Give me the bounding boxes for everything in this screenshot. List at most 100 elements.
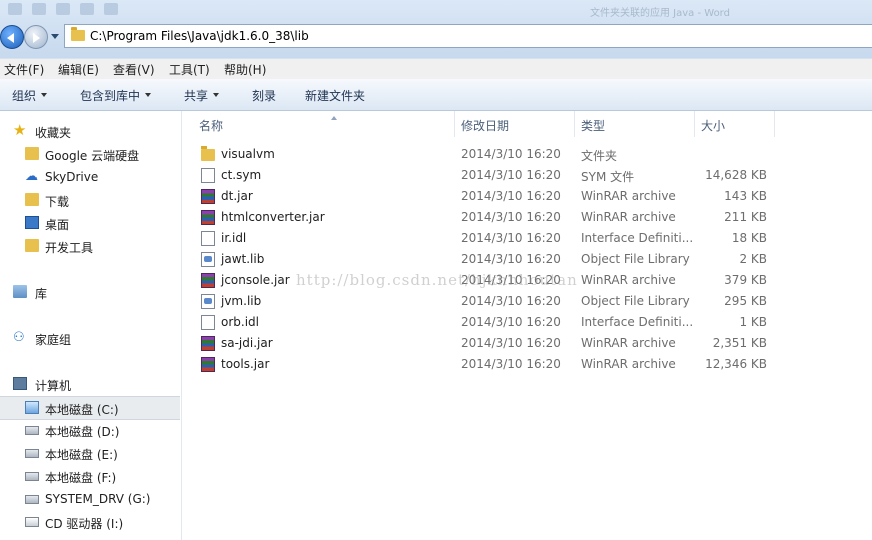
file-size: 12,346 KB xyxy=(705,357,767,371)
column-header-date[interactable]: 修改日期 xyxy=(454,111,575,137)
hard-drive-icon xyxy=(25,472,39,481)
quick-access-redo-icon[interactable] xyxy=(80,3,94,15)
quick-access-undo-icon[interactable] xyxy=(56,3,70,15)
file-type: WinRAR archive xyxy=(581,273,676,287)
nav-drive-e[interactable]: 本地磁盘 (E:) xyxy=(0,442,180,464)
menu-file[interactable]: 文件(F) xyxy=(4,61,44,78)
file-row[interactable]: jvm.lib 2014/3/10 16:20 Object File Libr… xyxy=(182,291,872,312)
rar-icon xyxy=(201,273,215,288)
file-type: WinRAR archive xyxy=(581,210,676,224)
include-in-library-button[interactable]: 包含到库中 xyxy=(80,87,152,104)
file-name: jvm.lib xyxy=(221,294,262,308)
nav-drive-c[interactable]: 本地磁盘 (C:) xyxy=(0,396,180,420)
nav-favorites[interactable]: ★ 收藏夹 xyxy=(0,120,180,142)
window-top-bar: 文件夹关联的应用 Java - Word C:\Program Files\Ja… xyxy=(0,0,872,58)
rar-icon xyxy=(201,357,215,372)
share-button[interactable]: 共享 xyxy=(184,87,220,104)
downloads-folder-icon xyxy=(25,193,39,206)
nav-item-downloads[interactable]: 下载 xyxy=(0,189,180,211)
file-name: visualvm xyxy=(221,147,275,161)
file-size: 18 KB xyxy=(731,231,767,245)
address-path[interactable]: C:\Program Files\Java\jdk1.6.0_38\lib xyxy=(90,29,309,43)
organize-button[interactable]: 组织 xyxy=(12,87,48,104)
nav-label: 桌面 xyxy=(45,218,70,232)
file-date: 2014/3/10 16:20 xyxy=(461,147,561,161)
new-folder-button[interactable]: 新建文件夹 xyxy=(305,87,365,104)
recent-pages-dropdown[interactable] xyxy=(51,34,59,43)
file-row[interactable]: tools.jar 2014/3/10 16:20 WinRAR archive… xyxy=(182,354,872,375)
file-type: SYM 文件 xyxy=(581,170,635,184)
hard-drive-icon xyxy=(25,449,39,458)
nav-label: 计算机 xyxy=(35,379,72,393)
nav-label: 下载 xyxy=(45,195,70,209)
nav-drive-f[interactable]: 本地磁盘 (F:) xyxy=(0,465,180,487)
nav-drive-i[interactable]: CD 驱动器 (I:) xyxy=(0,511,180,533)
file-row[interactable]: sa-jdi.jar 2014/3/10 16:20 WinRAR archiv… xyxy=(182,333,872,354)
file-row[interactable]: ir.idl 2014/3/10 16:20 Interface Definit… xyxy=(182,228,872,249)
column-header-size[interactable]: 大小 xyxy=(694,111,775,137)
file-row[interactable]: dt.jar 2014/3/10 16:20 WinRAR archive 14… xyxy=(182,186,872,207)
system-drive-icon xyxy=(25,401,39,414)
file-row[interactable]: orb.idl 2014/3/10 16:20 Interface Defini… xyxy=(182,312,872,333)
file-row[interactable]: visualvm 2014/3/10 16:20 文件夹 xyxy=(182,144,872,165)
menu-view[interactable]: 查看(V) xyxy=(113,61,155,78)
nav-libraries[interactable]: 库 xyxy=(0,281,180,303)
quick-access-menu-icon[interactable] xyxy=(104,3,118,15)
nav-item-dev-tools[interactable]: 开发工具 xyxy=(0,235,180,257)
column-label: 名称 xyxy=(199,119,224,133)
nav-item-google-drive[interactable]: Google 云端硬盘 xyxy=(0,143,180,165)
menu-help[interactable]: 帮助(H) xyxy=(224,61,266,78)
file-name: jconsole.jar xyxy=(221,273,290,287)
library-file-icon xyxy=(201,252,215,267)
menu-edit[interactable]: 编辑(E) xyxy=(58,61,99,78)
share-label: 共享 xyxy=(184,89,209,103)
nav-label: 开发工具 xyxy=(45,241,94,255)
chevron-down-icon xyxy=(213,93,220,100)
file-size: 2 KB xyxy=(739,252,767,266)
nav-item-skydrive[interactable]: ☁ SkyDrive xyxy=(0,166,180,188)
file-type: 文件夹 xyxy=(581,149,618,163)
file-size: 14,628 KB xyxy=(705,168,767,182)
nav-drive-g[interactable]: SYSTEM_DRV (G:) xyxy=(0,488,180,510)
menu-bar: 文件(F) 编辑(E) 查看(V) 工具(T) 帮助(H) xyxy=(0,58,872,79)
cloud-icon: ☁ xyxy=(25,169,38,184)
nav-label: 库 xyxy=(35,287,48,301)
file-date: 2014/3/10 16:20 xyxy=(461,231,561,245)
file-date: 2014/3/10 16:20 xyxy=(461,252,561,266)
file-row[interactable]: jawt.lib 2014/3/10 16:20 Object File Lib… xyxy=(182,249,872,270)
file-date: 2014/3/10 16:20 xyxy=(461,336,561,350)
file-size: 143 KB xyxy=(724,189,767,203)
folder-icon xyxy=(25,239,39,252)
menu-tools[interactable]: 工具(T) xyxy=(169,61,210,78)
nav-homegroup[interactable]: ⚇ 家庭组 xyxy=(0,327,180,349)
library-icon xyxy=(13,285,27,298)
nav-label: SYSTEM_DRV (G:) xyxy=(45,492,151,506)
quick-access-save-icon[interactable] xyxy=(32,3,46,15)
file-row[interactable]: ct.sym 2014/3/10 16:20 SYM 文件 14,628 KB xyxy=(182,165,872,186)
back-button[interactable] xyxy=(0,25,24,49)
nav-item-desktop[interactable]: 桌面 xyxy=(0,212,180,234)
file-date: 2014/3/10 16:20 xyxy=(461,294,561,308)
nav-drive-d[interactable]: 本地磁盘 (D:) xyxy=(0,419,180,441)
folder-icon xyxy=(201,146,215,161)
file-type: WinRAR archive xyxy=(581,336,676,350)
file-icon xyxy=(201,315,215,330)
burn-button[interactable]: 刻录 xyxy=(252,87,276,104)
file-type: Interface Definiti... xyxy=(581,231,694,245)
column-header-name[interactable]: 名称 xyxy=(192,111,455,137)
include-library-label: 包含到库中 xyxy=(80,89,141,103)
column-label: 大小 xyxy=(701,119,726,133)
address-bar[interactable]: C:\Program Files\Java\jdk1.6.0_38\lib xyxy=(64,24,872,48)
nav-label: 收藏夹 xyxy=(35,126,72,140)
file-row[interactable]: htmlconverter.jar 2014/3/10 16:20 WinRAR… xyxy=(182,207,872,228)
forward-button[interactable] xyxy=(24,25,48,49)
desktop-icon xyxy=(25,216,39,229)
chevron-down-icon xyxy=(145,93,152,100)
column-header-type[interactable]: 类型 xyxy=(574,111,695,137)
file-size: 379 KB xyxy=(724,273,767,287)
file-name: jawt.lib xyxy=(221,252,265,266)
nav-computer[interactable]: 计算机 xyxy=(0,373,180,395)
rar-icon xyxy=(201,336,215,351)
nav-label: 本地磁盘 (C:) xyxy=(45,403,119,417)
homegroup-icon: ⚇ xyxy=(13,330,25,345)
